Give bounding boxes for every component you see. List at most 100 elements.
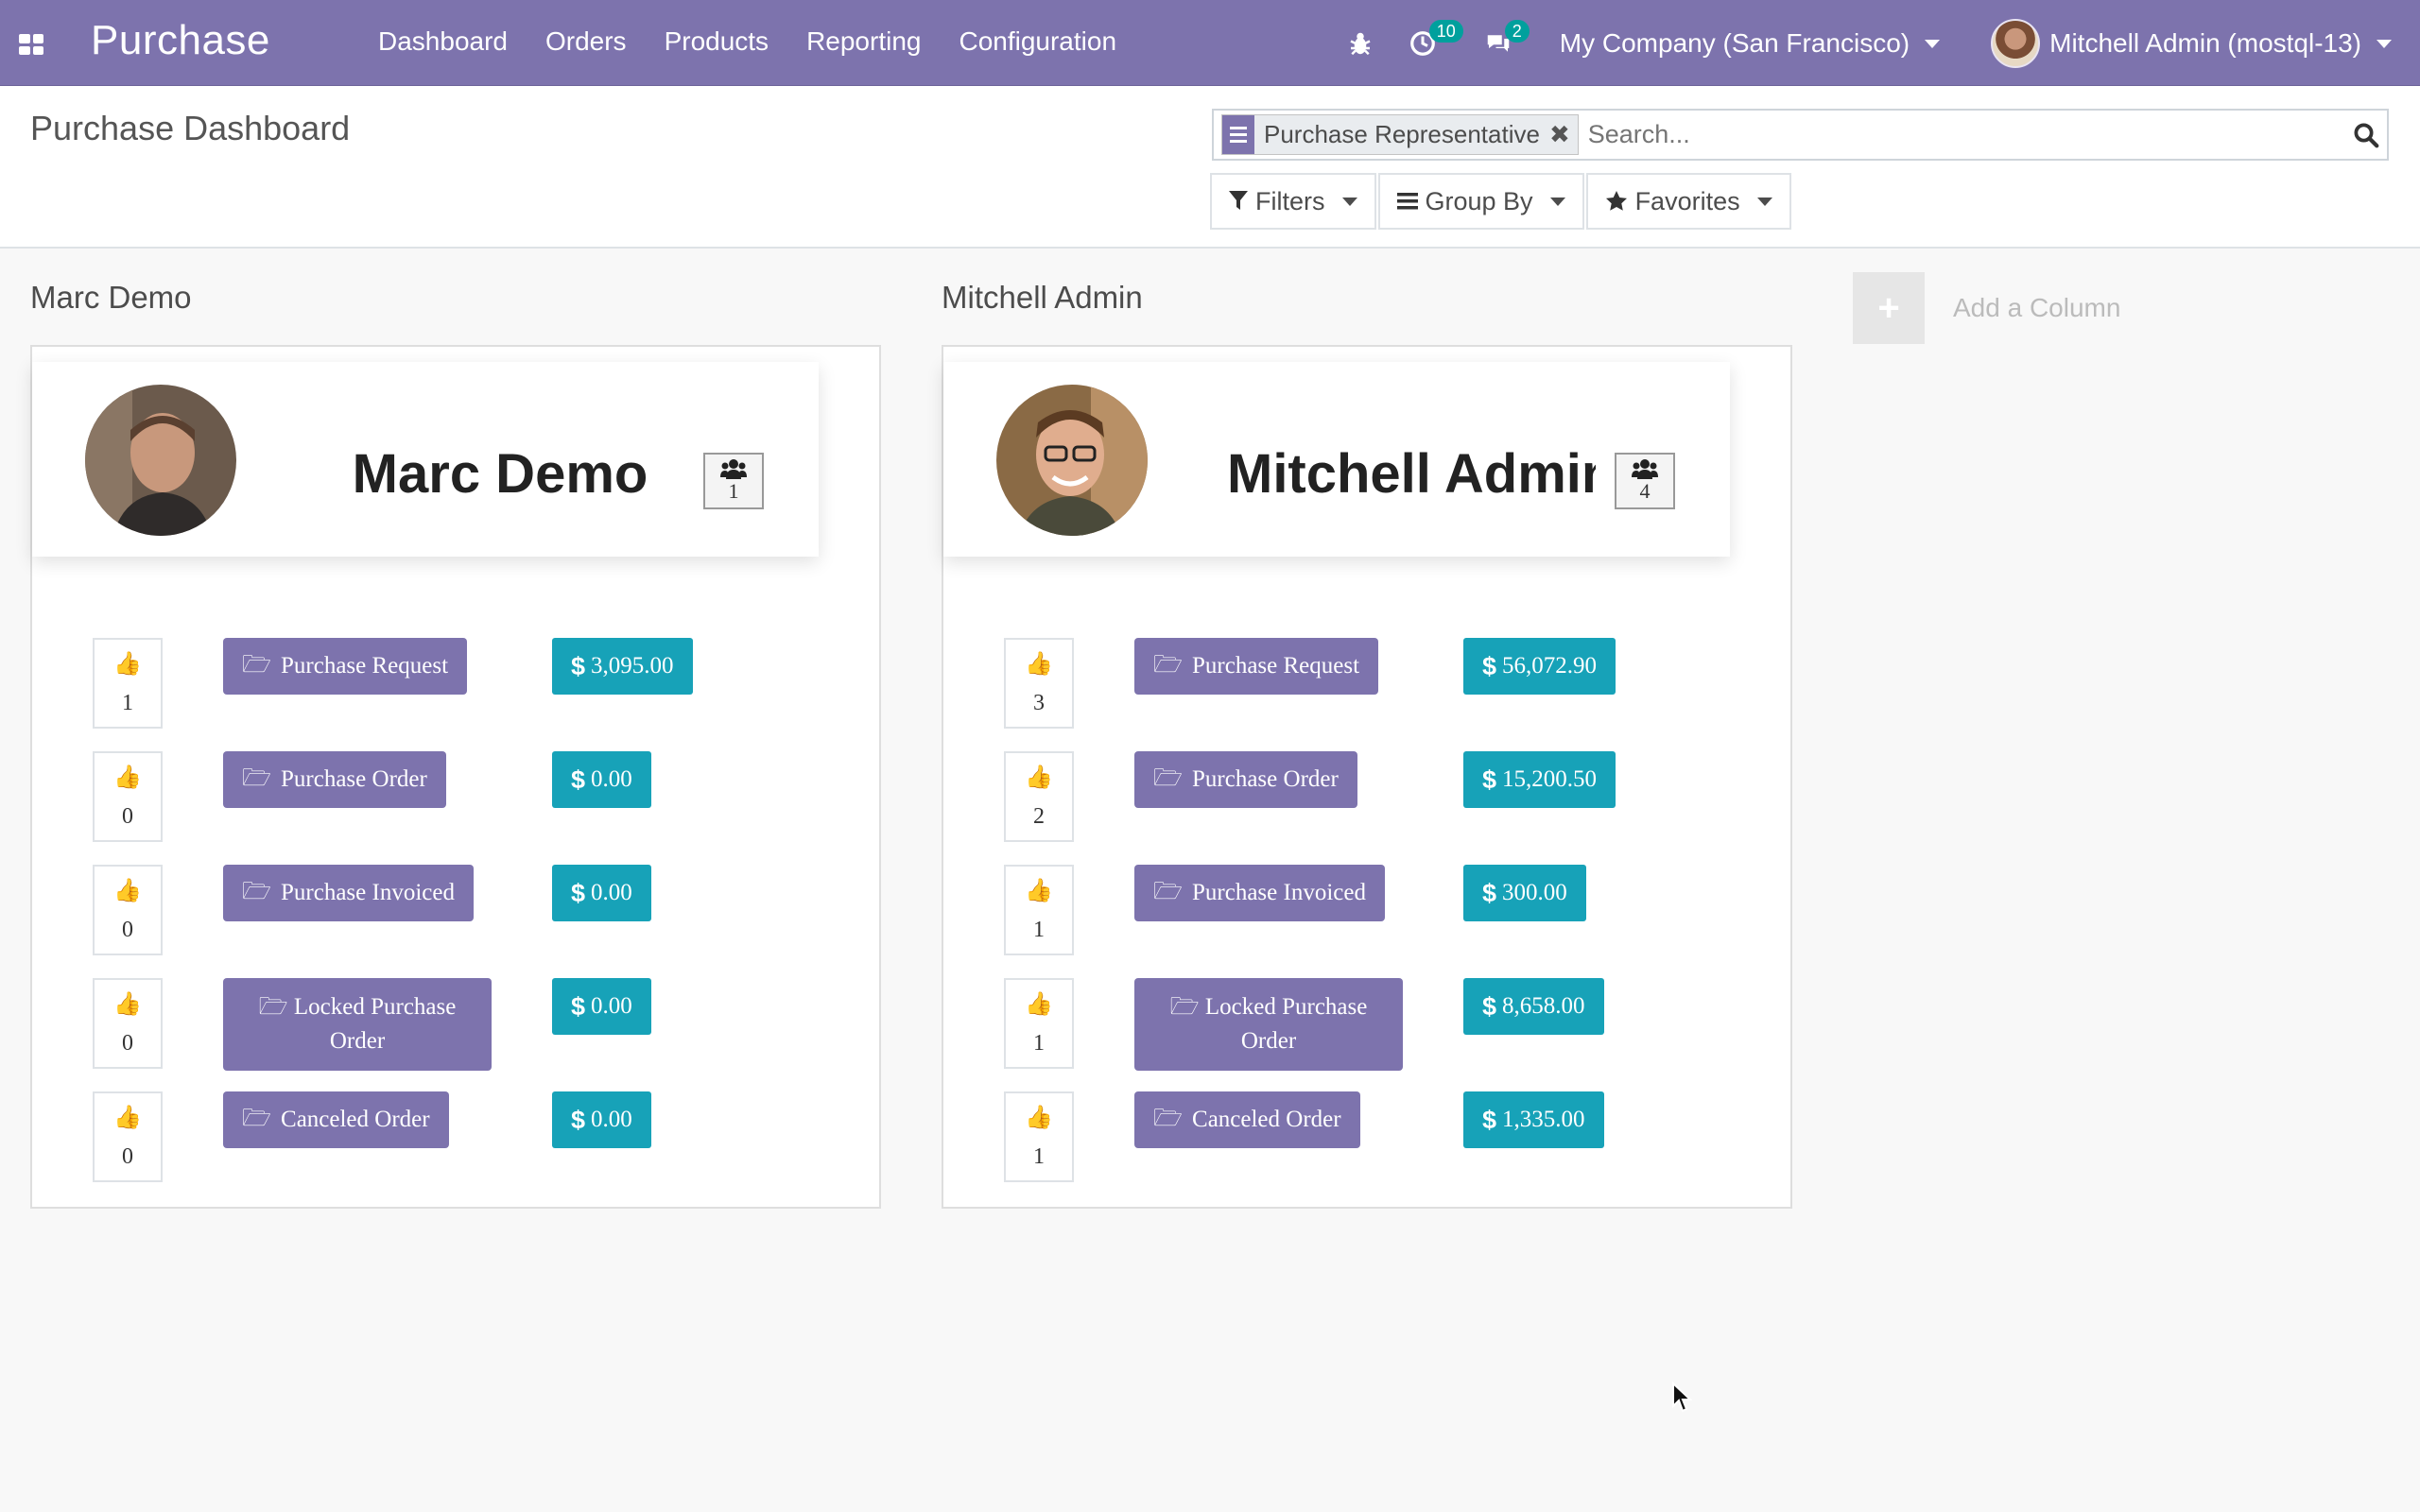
stage-row: 👍 1 🗁 Purchase Invoiced $ 300.00	[943, 865, 1790, 959]
representative-card[interactable]: Mitchell Admin 4	[943, 362, 1730, 557]
stage-button-canceled-order[interactable]: 🗁 Canceled Order	[223, 1091, 449, 1148]
like-count-box[interactable]: 👍 3	[1004, 638, 1074, 729]
stage-button-purchase-request[interactable]: 🗁 Purchase Request	[1134, 638, 1379, 695]
add-column-button[interactable]: + Add a Column	[1853, 272, 2120, 344]
amount-button[interactable]: $ 15,200.50	[1463, 751, 1616, 808]
stage-button-purchase-invoiced[interactable]: 🗁 Purchase Invoiced	[223, 865, 474, 921]
search-bar: Purchase Representative ✖	[1212, 109, 2389, 161]
chevron-down-icon	[1756, 197, 1772, 206]
folder-open-icon: 🗁	[1169, 994, 1205, 1020]
facet-label: Purchase Representative	[1264, 120, 1540, 148]
stage-label: Canceled Order	[281, 1107, 430, 1132]
menu-dashboard[interactable]: Dashboard	[378, 26, 508, 57]
representative-avatar	[85, 385, 236, 536]
like-count-box[interactable]: 👍 0	[93, 1091, 163, 1182]
search-icon[interactable]	[2345, 114, 2387, 156]
filters-label: Filters	[1255, 186, 1325, 215]
stage-button-locked-purchase-order[interactable]: 🗁 Locked Purchase Order	[223, 978, 492, 1071]
amount-button[interactable]: $ 300.00	[1463, 865, 1586, 921]
stage-label-text: Locked Purchase Order	[1204, 994, 1368, 1054]
representative-name: Mitchell Admin	[1227, 443, 1596, 505]
stage-label: Purchase Invoiced	[281, 880, 455, 905]
filters-button[interactable]: Filters	[1210, 173, 1376, 230]
list-icon	[1396, 193, 1418, 210]
menu-configuration[interactable]: Configuration	[959, 26, 1116, 57]
debug-bug-icon[interactable]	[1346, 29, 1374, 58]
stage-label: 🗁 Locked Purchase Order	[251, 990, 463, 1058]
stage-label: Purchase Invoiced	[1192, 880, 1366, 905]
messages-chat-icon[interactable]: 2	[1484, 20, 1530, 58]
team-count-button[interactable]: 4	[1615, 453, 1675, 509]
apps-menu-icon[interactable]	[19, 34, 43, 55]
users-icon	[720, 459, 747, 479]
amount-value: 8,658.00	[1502, 993, 1585, 1019]
column-title-marc-demo: Marc Demo	[30, 280, 192, 315]
like-count-box[interactable]: 👍 1	[93, 638, 163, 729]
amount-button[interactable]: $ 56,072.90	[1463, 638, 1616, 695]
team-count-button[interactable]: 1	[703, 453, 764, 509]
amount-button[interactable]: $ 0.00	[552, 751, 651, 808]
thumbs-up-icon: 👍	[1025, 992, 1053, 1017]
company-switcher[interactable]: My Company (San Francisco)	[1560, 28, 1941, 59]
thumbs-up-icon: 👍	[113, 765, 142, 790]
thumbs-up-icon: 👍	[113, 1106, 142, 1130]
amount-button[interactable]: $ 0.00	[552, 1091, 651, 1148]
folder-open-icon: 🗁	[258, 994, 294, 1020]
stage-button-purchase-order[interactable]: 🗁 Purchase Order	[1134, 751, 1357, 808]
column-title-mitchell-admin: Mitchell Admin	[942, 280, 1143, 315]
stage-row: 👍 1 🗁 Canceled Order $ 1,335.00	[943, 1091, 1790, 1186]
representative-card[interactable]: Marc Demo 1	[32, 362, 819, 557]
like-count-box[interactable]: 👍 2	[1004, 751, 1074, 842]
amount-value: 1,335.00	[1502, 1107, 1585, 1132]
folder-open-icon: 🗁	[1153, 651, 1184, 678]
user-menu[interactable]: Mitchell Admin (mostql-13)	[1991, 19, 2392, 68]
stage-button-canceled-order[interactable]: 🗁 Canceled Order	[1134, 1091, 1360, 1148]
stage-row: 👍 0 🗁 Canceled Order $ 0.00	[32, 1091, 879, 1186]
navbar-systray: 10 2 My Company (San Francisco) Mitchell…	[1346, 17, 2392, 70]
like-count: 0	[122, 918, 133, 942]
app-brand[interactable]: Purchase	[91, 17, 270, 64]
stage-label: Canceled Order	[1192, 1107, 1341, 1132]
like-count-box[interactable]: 👍 0	[93, 751, 163, 842]
groupby-button[interactable]: Group By	[1377, 173, 1584, 230]
amount-button[interactable]: $ 1,335.00	[1463, 1091, 1604, 1148]
breadcrumb: Purchase Dashboard	[30, 109, 351, 147]
amount-value: 0.00	[591, 993, 632, 1019]
like-count-box[interactable]: 👍 0	[93, 865, 163, 955]
favorites-button[interactable]: Favorites	[1585, 173, 1791, 230]
like-count-box[interactable]: 👍 0	[93, 978, 163, 1069]
amount-button[interactable]: $ 0.00	[552, 978, 651, 1035]
thumbs-up-icon: 👍	[1025, 765, 1053, 790]
activity-clock-icon[interactable]: 10	[1409, 20, 1463, 58]
amount-button[interactable]: $ 0.00	[552, 865, 651, 921]
amount-button[interactable]: $ 8,658.00	[1463, 978, 1604, 1035]
stage-row: 👍 3 🗁 Purchase Request $ 56,072.90	[943, 638, 1790, 732]
stage-label-text: Locked Purchase Order	[293, 994, 457, 1054]
stage-button-purchase-request[interactable]: 🗁 Purchase Request	[223, 638, 468, 695]
folder-open-icon: 🗁	[242, 765, 272, 791]
dollar-icon: $	[1482, 878, 1497, 907]
amount-button[interactable]: $ 3,095.00	[552, 638, 693, 695]
stage-button-purchase-invoiced[interactable]: 🗁 Purchase Invoiced	[1134, 865, 1385, 921]
amount-value: 15,200.50	[1502, 766, 1598, 792]
representative-avatar	[996, 385, 1148, 536]
menu-orders[interactable]: Orders	[545, 26, 627, 57]
thumbs-up-icon: 👍	[113, 652, 142, 677]
facet-remove-icon[interactable]: ✖	[1549, 120, 1578, 149]
users-icon	[1632, 459, 1658, 479]
like-count-box[interactable]: 👍 1	[1004, 865, 1074, 955]
stage-label: Purchase Order	[1192, 766, 1339, 792]
menu-products[interactable]: Products	[665, 26, 769, 57]
like-count-box[interactable]: 👍 1	[1004, 978, 1074, 1069]
search-input[interactable]	[1578, 111, 2345, 159]
folder-open-icon: 🗁	[1153, 1105, 1184, 1131]
menu-reporting[interactable]: Reporting	[806, 26, 921, 57]
like-count-box[interactable]: 👍 1	[1004, 1091, 1074, 1182]
team-count: 4	[1639, 479, 1651, 503]
stage-button-purchase-order[interactable]: 🗁 Purchase Order	[223, 751, 446, 808]
stage-row: 👍 0 🗁 Purchase Invoiced $ 0.00	[32, 865, 879, 959]
stage-button-locked-purchase-order[interactable]: 🗁 Locked Purchase Order	[1134, 978, 1403, 1071]
like-count: 0	[122, 804, 133, 829]
stage-row: 👍 0 🗁 Purchase Order $ 0.00	[32, 751, 879, 846]
stage-label: Purchase Order	[281, 766, 427, 792]
